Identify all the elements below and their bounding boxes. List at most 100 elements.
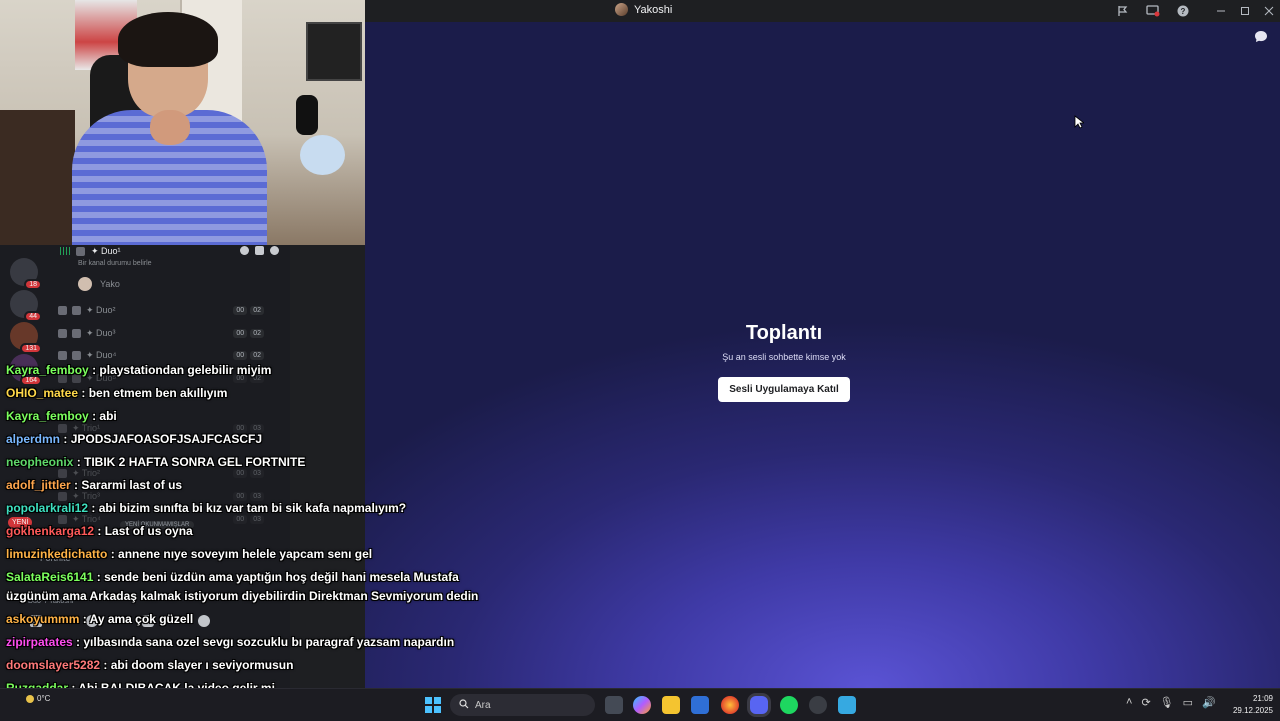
chat-username: Kayra_femboy <box>6 363 89 377</box>
chat-message: askoyummm : Ay ama çok güzell <box>6 612 193 626</box>
channel-name: ✦ Trio³ <box>72 490 101 501</box>
chat-message: üzgünüm ama Arkadaş kalmak istiyorum diy… <box>6 589 478 603</box>
voice-user-name: Yako <box>100 279 120 289</box>
server-icon[interactable]: 44 <box>10 290 42 322</box>
chat-bubble-icon[interactable] <box>1254 30 1268 43</box>
avatar <box>615 3 628 16</box>
user-count: 00 <box>233 305 248 315</box>
system-tray: ˄ ⟳ 🎙 ▭ 🔊 <box>1126 696 1216 709</box>
user-limit: 00 03 <box>233 514 264 524</box>
clock-date: 29.12.2025 <box>1232 706 1273 715</box>
chat-message: SalataReis6141 : sende beni üzdün ama ya… <box>6 570 459 584</box>
chat-text: : abi bizim sınıfta bi kız var tam bi si… <box>91 501 407 515</box>
microphone-icon[interactable]: 🎙 <box>1160 696 1174 709</box>
chat-text: : Ay ama çok güzell <box>82 612 194 626</box>
chat-username: limuzinkedichatto <box>6 547 108 561</box>
unread-badge: 44 <box>24 311 42 322</box>
close-icon[interactable] <box>1261 3 1277 19</box>
voice-channel-row[interactable]: ✦ Duo³ 00 02 <box>58 325 278 341</box>
join-voice-button[interactable]: Sesli Uygulamaya Katıl <box>718 377 850 402</box>
settings-icon[interactable] <box>270 246 279 255</box>
sync-icon[interactable]: ⟳ <box>1141 696 1150 709</box>
user-limit-count: 02 <box>250 350 264 360</box>
chat-message: Kayra_femboy : playstationdan gelebilir … <box>6 363 271 377</box>
start-button[interactable] <box>425 697 441 713</box>
add-member-icon[interactable] <box>255 246 264 255</box>
channel-name: ✦ Trio² <box>72 467 101 478</box>
chat-text: : abi <box>92 409 117 423</box>
channel-status-hint[interactable]: Bir kanal durumu belirle <box>78 260 152 267</box>
microphone <box>296 95 318 135</box>
voice-channel-row[interactable]: ✦ Duo⁴ 00 02 <box>58 347 278 363</box>
speaker-icon <box>58 328 67 338</box>
channel-actions <box>240 246 279 255</box>
weather-widget[interactable]: 0°C <box>26 694 50 703</box>
firefox-icon[interactable] <box>721 696 739 714</box>
user-limit-count: 02 <box>250 305 264 315</box>
search-box[interactable]: Ara <box>450 694 595 716</box>
chat-username: Kayra_femboy <box>6 409 89 423</box>
windows-taskbar: 0°C Ara ˄ ⟳ 🎙 ▭ 🔊 21:09 29.12.2025 <box>0 688 1280 721</box>
speaker-icon <box>76 246 85 256</box>
steam-icon[interactable] <box>809 696 827 714</box>
maximize-icon[interactable] <box>1237 3 1253 19</box>
chat-message: limuzinkedichatto : annene nıye soveyım … <box>6 547 372 561</box>
chat-username: zipirpatates <box>6 635 73 649</box>
chat-message: doomslayer5282 : abi doom slayer ı seviy… <box>6 658 293 672</box>
channel-name: ✦ Duo² <box>86 304 116 315</box>
copilot-icon[interactable] <box>633 696 651 714</box>
chat-message: neopheonix : TIBIK 2 HAFTA SONRA GEL FOR… <box>6 455 305 469</box>
user-limit-count: 03 <box>250 468 264 478</box>
user-count: 00 <box>233 350 248 360</box>
server-icon[interactable]: 131 <box>10 322 42 354</box>
file-explorer-icon[interactable] <box>662 696 680 714</box>
voice-user[interactable]: Yako <box>78 277 120 291</box>
mouse-cursor-icon <box>1074 115 1086 134</box>
channel-name: ✦ Trio⁴ <box>72 513 101 524</box>
chat-username: popolarkrali12 <box>6 501 89 515</box>
chat-message: gokhenkarga12 : Last of us oyna <box>6 524 193 538</box>
chat-icon[interactable] <box>240 246 249 255</box>
user-limit: 00 02 <box>233 305 264 315</box>
spotify-icon[interactable] <box>780 696 798 714</box>
flag-icon[interactable] <box>1115 3 1131 19</box>
minimize-icon[interactable] <box>1213 3 1229 19</box>
task-view-icon[interactable] <box>605 696 623 714</box>
user-count: 00 <box>233 491 248 501</box>
speaker-icon <box>58 305 67 315</box>
chevron-up-icon[interactable]: ˄ <box>1126 696 1132 709</box>
store-icon[interactable] <box>691 696 709 714</box>
chat-text: : TIBIK 2 HAFTA SONRA GEL FORTNITE <box>76 455 306 469</box>
user-count: 00 <box>233 514 248 524</box>
active-voice-channel[interactable]: ✦ Duo¹ <box>60 245 121 257</box>
clock[interactable]: 21:09 29.12.2025 <box>1227 693 1273 717</box>
chat-username: gokhenkarga12 <box>6 524 95 538</box>
window-title-group: Yakoshi <box>615 3 672 16</box>
plush-toy <box>300 135 345 175</box>
user-limit-count: 03 <box>250 514 264 524</box>
streamer-hair <box>118 12 218 67</box>
inbox-icon[interactable] <box>1145 3 1161 19</box>
speaker-icon <box>72 305 81 315</box>
meeting-title: Toplantı <box>745 322 823 344</box>
discord-icon[interactable] <box>750 696 768 714</box>
soundboard-icon[interactable] <box>198 615 210 627</box>
chat-message: alperdmn : JPODSJAFOASOFJSAJFCASCFJ <box>6 432 262 446</box>
app-icon[interactable] <box>838 696 856 714</box>
server-icon[interactable]: 18 <box>10 258 42 290</box>
chat-text: : sende beni üzdün ama yaptığın hoş deği… <box>96 570 459 584</box>
display-icon[interactable]: ▭ <box>1183 696 1193 709</box>
voice-channel-row[interactable]: ✦ Duo² 00 02 <box>58 302 278 318</box>
help-icon[interactable]: ? <box>1175 3 1191 19</box>
meeting-subtitle: Şu an sesli sohbette kimse yok <box>722 352 846 362</box>
search-icon <box>459 696 469 714</box>
volume-icon[interactable]: 🔊 <box>1202 696 1216 709</box>
user-count: 00 <box>233 328 248 338</box>
weather-temperature: 0°C <box>37 694 51 703</box>
chat-message: Kayra_femboy : abi <box>6 409 117 423</box>
speaker-icon <box>58 350 67 360</box>
weather-icon <box>26 694 34 703</box>
shelf <box>0 110 75 245</box>
empty-voice-panel: Toplantı Şu an sesli sohbette kimse yok … <box>700 322 868 402</box>
chat-username: SalataReis6141 <box>6 570 94 584</box>
